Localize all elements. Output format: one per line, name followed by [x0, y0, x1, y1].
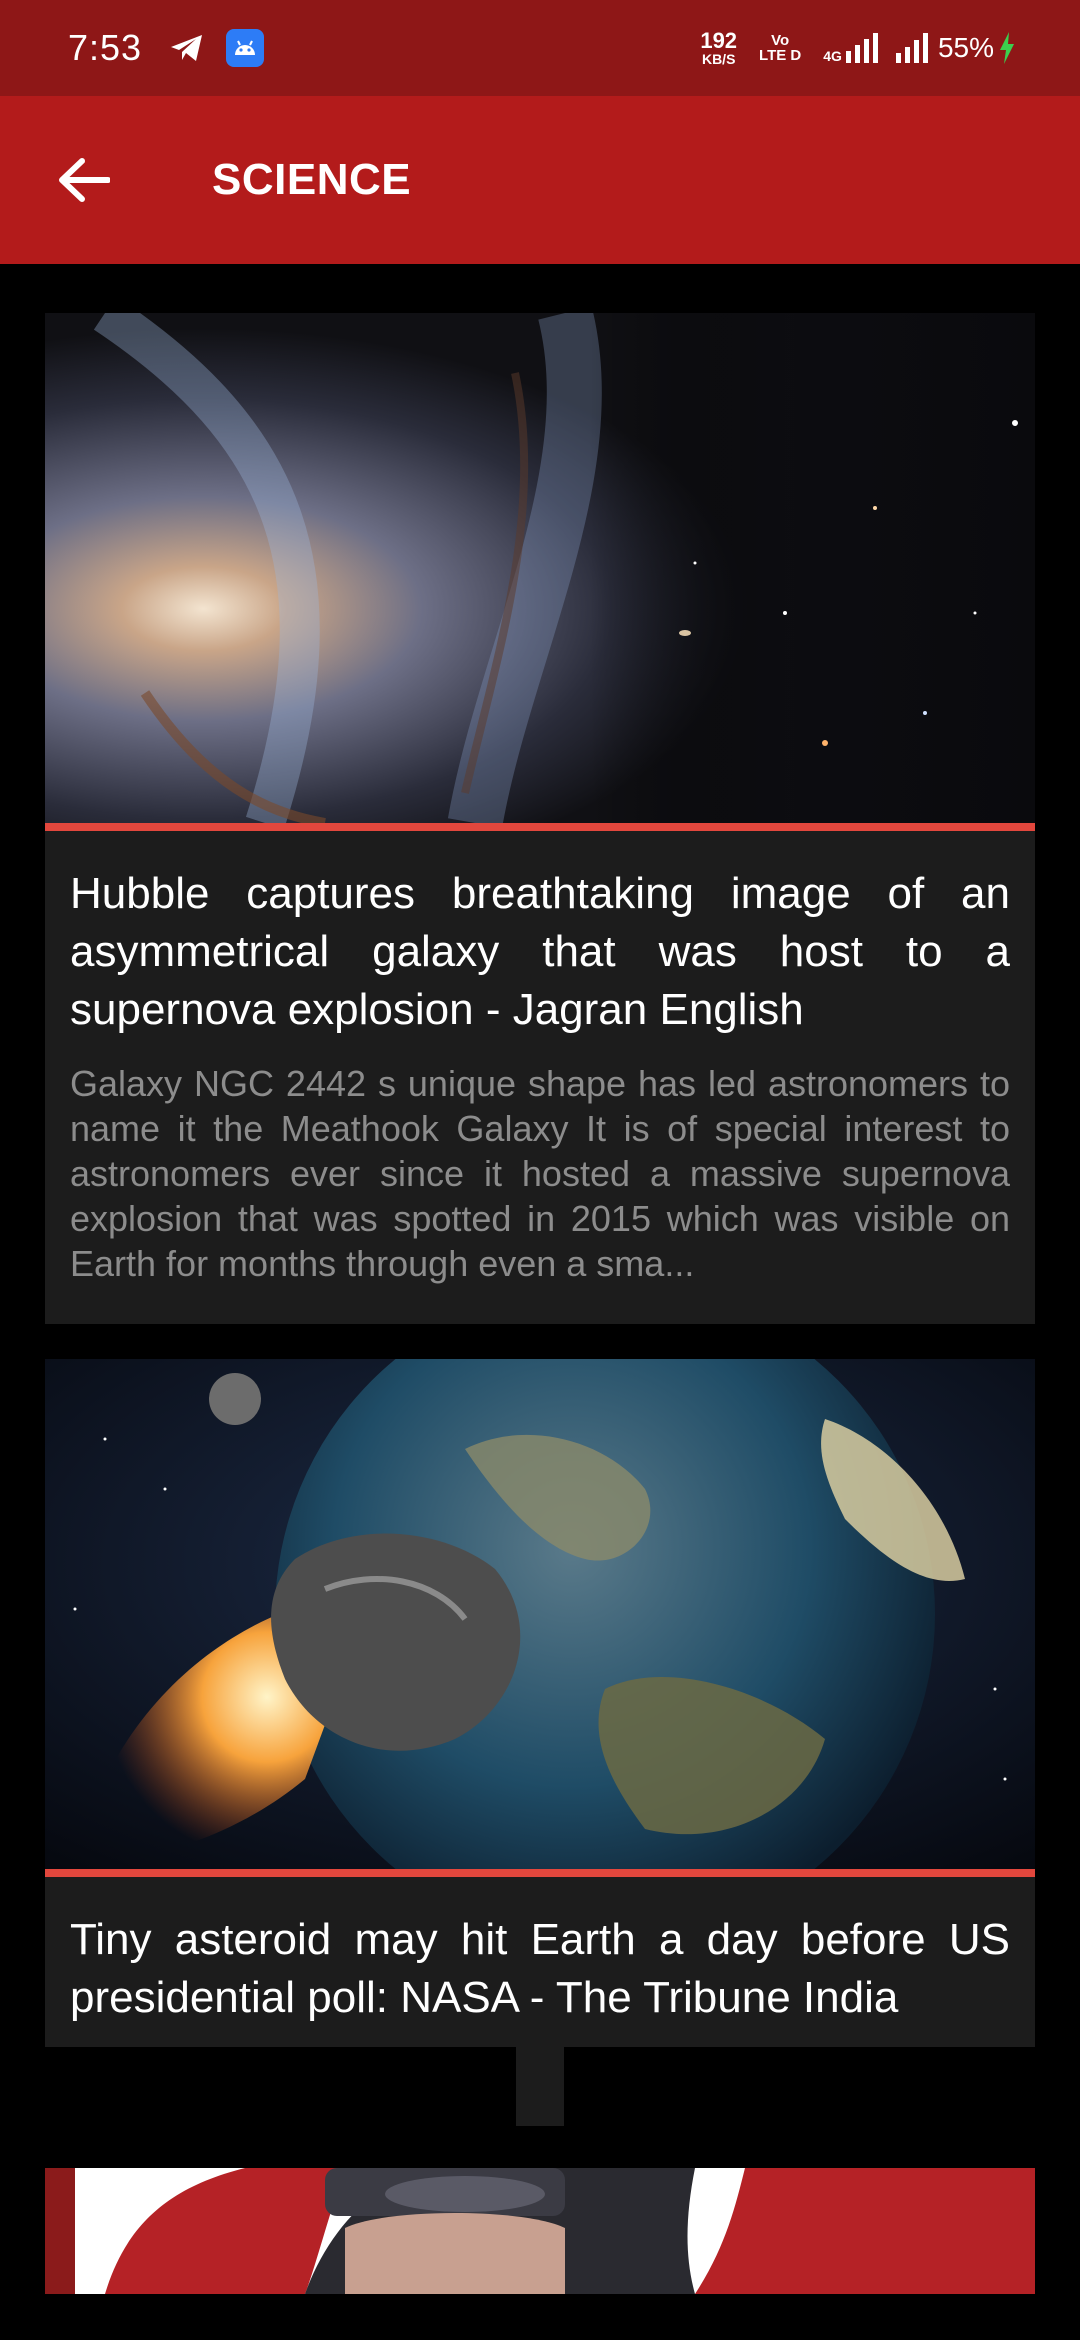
page-title: SCIENCE: [212, 155, 412, 204]
article-body: Hubble captures breathtaking image of an…: [45, 831, 1035, 1324]
status-bar-left: 7:53: [68, 27, 265, 69]
asteroid-earth-photo: [45, 1359, 1035, 1869]
signal-icon-2: [895, 33, 932, 63]
android-app-icon: [226, 29, 265, 67]
signal-icon: 4G: [823, 33, 882, 63]
article-body: Tiny asteroid may hit Earth a day before…: [45, 1877, 1035, 2047]
news-feed[interactable]: Hubble captures breathtaking image of an…: [0, 264, 1080, 2340]
telegram-icon: [170, 33, 204, 63]
article-card[interactable]: Tiny asteroid may hit Earth a day before…: [45, 1359, 1035, 2047]
volte-bottom: LTE D: [759, 47, 802, 64]
volte-top: Vo: [771, 32, 790, 49]
article-headline[interactable]: Tiny asteroid may hit Earth a day before…: [70, 1911, 1010, 2027]
app-bar: SCIENCE: [0, 96, 1080, 264]
accent-divider: [45, 1869, 1035, 1877]
back-button[interactable]: [48, 144, 120, 216]
article-card[interactable]: Hubble captures breathtaking image of an…: [45, 313, 1035, 1324]
status-bar: 7:53 192 KB/S Vo LTE D 4G 55%: [0, 0, 1080, 96]
article-headline[interactable]: Hubble captures breathtaking image of an…: [70, 865, 1010, 1039]
accent-divider: [45, 823, 1035, 831]
network-speed: 192 KB/S: [700, 28, 738, 67]
battery-level: 55%: [937, 32, 994, 63]
volte-indicator: Vo LTE D: [759, 33, 801, 63]
article-card[interactable]: [45, 2168, 1035, 2294]
status-bar-right: 192 KB/S Vo LTE D 4G 55%: [700, 30, 1016, 66]
divider-block: [516, 2046, 564, 2126]
galaxy-photo: [45, 313, 1035, 823]
article-summary: Galaxy NGC 2442 s unique shape has led a…: [70, 1063, 1010, 1284]
network-type: 4G: [823, 48, 842, 64]
arrow-left-icon: [59, 158, 110, 202]
clock: 7:53: [68, 27, 143, 68]
network-speed-value: 192: [700, 28, 738, 53]
battery-charging-icon: [998, 32, 1016, 64]
network-speed-unit: KB/S: [701, 51, 736, 67]
person-red-jacket-photo: [45, 2168, 1035, 2294]
